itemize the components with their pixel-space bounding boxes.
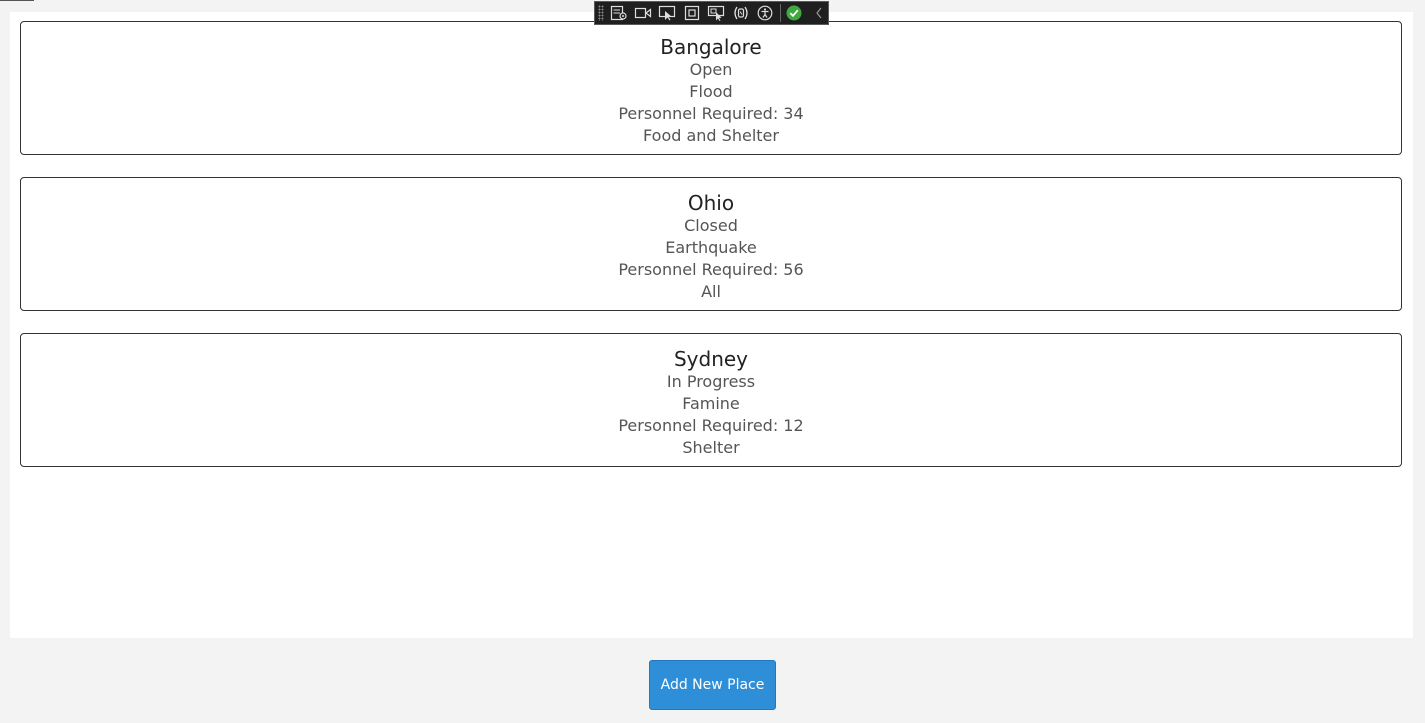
place-status: Open — [689, 60, 733, 79]
place-card[interactable]: Ohio Closed Earthquake Personnel Require… — [20, 177, 1402, 311]
display-layout-adorners-icon[interactable] — [683, 3, 701, 23]
place-city: Ohio — [687, 191, 735, 215]
place-city: Bangalore — [660, 35, 762, 59]
no-issues-check-icon[interactable] — [785, 3, 803, 23]
accessibility-checker-icon[interactable] — [756, 3, 774, 23]
place-disaster-type: Flood — [689, 82, 733, 101]
background-window-text-fragment — [818, 716, 933, 720]
place-status: Closed — [684, 216, 738, 235]
place-needs: All — [701, 282, 721, 301]
add-new-place-button[interactable]: Add New Place — [649, 660, 776, 710]
window-frame-edge — [0, 0, 34, 1]
toolbar-separator — [780, 4, 782, 22]
place-personnel-required: Personnel Required: 34 — [618, 104, 804, 123]
place-card[interactable]: Sydney In Progress Famine Personnel Requ… — [20, 333, 1402, 467]
place-personnel-required: Personnel Required: 12 — [618, 416, 804, 435]
live-visual-tree-icon[interactable] — [610, 3, 628, 23]
place-needs: Shelter — [682, 438, 740, 457]
place-disaster-type: Earthquake — [665, 238, 757, 257]
place-city: Sydney — [673, 347, 749, 371]
place-needs: Food and Shelter — [643, 126, 779, 145]
place-disaster-type: Famine — [682, 394, 740, 413]
place-card[interactable]: Bangalore Open Flood Personnel Required:… — [20, 21, 1402, 155]
select-element-icon[interactable] — [658, 3, 676, 23]
collapse-toolbar-icon[interactable] — [810, 3, 828, 23]
places-list-panel: Bangalore Open Flood Personnel Required:… — [10, 12, 1413, 638]
binding-failures-icon[interactable] — [731, 3, 749, 23]
xaml-debug-toolbar — [594, 1, 829, 25]
place-personnel-required: Personnel Required: 56 — [618, 260, 804, 279]
toolbar-grip-handle[interactable] — [598, 5, 604, 21]
place-status: In Progress — [666, 372, 756, 391]
video-record-icon[interactable] — [634, 3, 652, 23]
track-focused-element-icon[interactable] — [707, 3, 725, 23]
